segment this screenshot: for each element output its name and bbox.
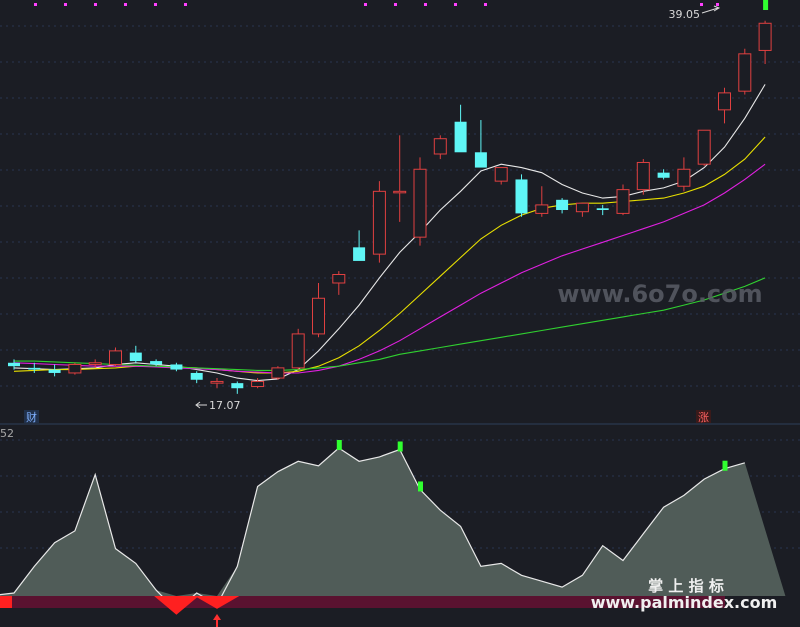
candle-body-28: [575, 202, 589, 213]
candle-body-19: [393, 190, 407, 194]
candle-body-12: [251, 380, 265, 388]
top-dot-13: [424, 3, 427, 6]
candle-36: [738, 48, 752, 95]
candle-body-31: [636, 161, 650, 191]
candle-3: [68, 362, 82, 375]
candle-body-20: [413, 168, 427, 238]
candle-body-24: [494, 167, 508, 182]
candle-body-37: [758, 22, 772, 51]
candle-body-26: [535, 204, 549, 214]
candle-body-10: [210, 380, 224, 384]
candle-body-11: [231, 383, 244, 389]
candle-body-3: [68, 363, 82, 374]
candle-body-30: [616, 189, 630, 214]
limit-up-marker: 涨: [698, 411, 709, 424]
candle-body-5: [109, 350, 122, 365]
candle-body-9: [190, 372, 203, 380]
top-dot-12: [394, 3, 397, 6]
indicator-peak-17: [336, 440, 342, 450]
band-red-left: [0, 596, 12, 608]
candle-18: [372, 181, 386, 263]
candle-body-13: [271, 367, 285, 379]
candle-body-21: [433, 138, 447, 155]
candle-body-22: [454, 121, 467, 153]
indicator-peak-36: [722, 460, 728, 471]
candle-20: [413, 157, 427, 246]
candle-body-23: [474, 152, 487, 168]
candle-body-8: [170, 364, 183, 370]
candle-14: [291, 328, 305, 370]
candle-body-33: [677, 168, 691, 187]
candle-body-14: [291, 333, 305, 369]
top-dot-3: [124, 3, 127, 6]
top-dot-2: [94, 3, 97, 6]
top-dot-r1: [716, 3, 719, 6]
watermark-site: www.6o7o.com: [557, 280, 762, 308]
candle-body-16: [332, 274, 346, 284]
candle-body-29: [596, 208, 609, 210]
candle-body-27: [556, 199, 569, 210]
low-price-label: 17.07: [209, 399, 241, 412]
top-dot-1: [64, 3, 67, 6]
indicator-peak-21: [418, 481, 423, 492]
top-dot-5: [184, 3, 187, 6]
stock-chart: 39.05 17.07 财 涨 52 www.6o7o.com 掌 上 指 标 …: [0, 0, 800, 627]
candle-body-18: [372, 190, 386, 255]
top-dot-15: [484, 3, 487, 6]
candle-body-15: [312, 297, 325, 335]
candle-body-0: [8, 362, 20, 367]
candle-body-7: [150, 361, 163, 365]
candle-body-32: [657, 172, 670, 178]
candle-body-2: [48, 369, 61, 373]
candle-body-17: [353, 247, 366, 261]
indicator-value-label: 52: [0, 427, 14, 440]
candle-34: [697, 129, 711, 166]
candle-body-1: [28, 367, 41, 370]
top-dot-0: [34, 3, 37, 6]
candle-body-25: [515, 179, 528, 214]
watermark-url: www.palmindex.com: [591, 593, 778, 612]
indicator-peak-38: [763, 0, 769, 10]
top-dot-14: [454, 3, 457, 6]
candle-body-36: [738, 53, 752, 92]
candle-25: [515, 174, 528, 217]
top-dot-11: [364, 3, 367, 6]
candle-body-6: [129, 352, 142, 362]
candle-body-35: [718, 92, 731, 111]
top-dot-r0: [700, 3, 703, 6]
high-price-label: 39.05: [669, 8, 701, 21]
candle-body-34: [697, 129, 711, 165]
finance-marker: 财: [26, 410, 37, 424]
indicator-peak-20: [397, 441, 403, 452]
top-dot-4: [154, 3, 157, 6]
candle-31: [636, 159, 650, 195]
candle-13: [271, 366, 285, 380]
candle-body-4: [88, 362, 102, 365]
